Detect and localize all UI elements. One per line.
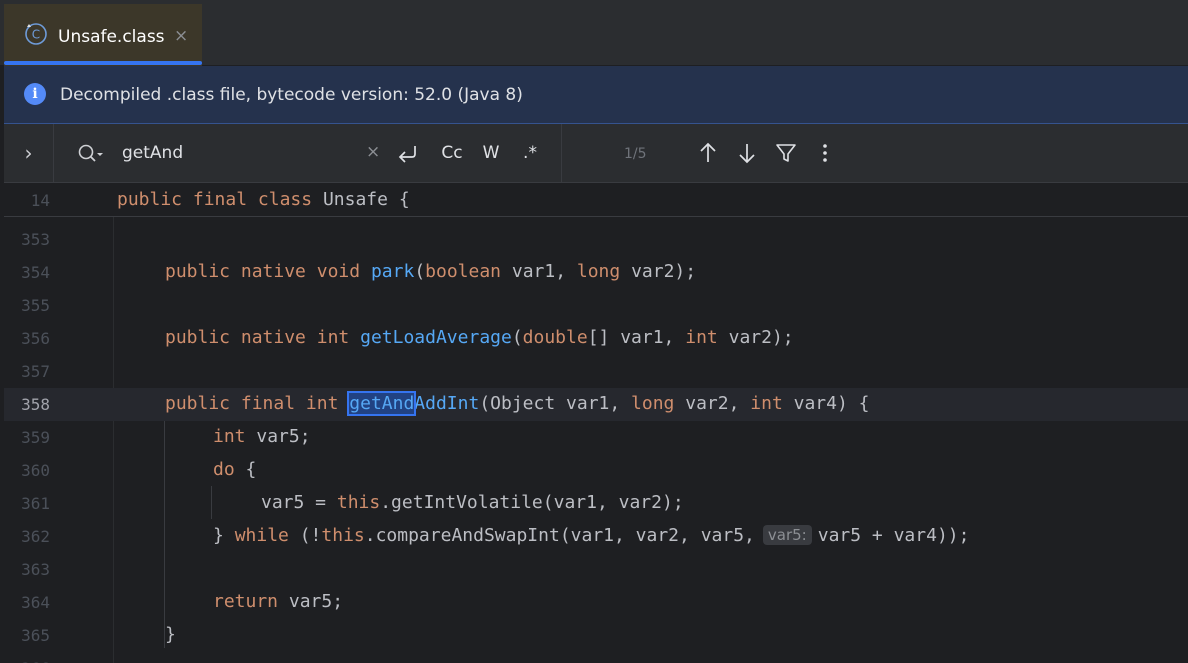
editor-tab-bar: C Unsafe.class × — [0, 0, 1188, 66]
code-line[interactable]: 362 } while (!this.compareAndSwapInt(var… — [4, 520, 1188, 553]
code-text: return var5; — [213, 591, 344, 612]
line-number: 357 — [21, 362, 50, 381]
next-occurrence-icon[interactable] — [734, 140, 760, 166]
more-options-icon[interactable] — [812, 140, 838, 166]
code-line-current[interactable]: 358 public final int getAndAddInt(Object… — [4, 388, 1188, 421]
code-text: } — [165, 624, 176, 645]
search-bar-divider — [561, 124, 562, 182]
code-text: var5 = this.getIntVolatile(var1, var2); — [261, 492, 684, 513]
regex-button[interactable]: .* — [518, 138, 542, 168]
line-number: 361 — [21, 494, 50, 513]
line-number: 362 — [21, 527, 50, 546]
line-number: 355 — [21, 296, 50, 315]
code-line[interactable]: 365 } — [4, 619, 1188, 652]
line-number: 354 — [21, 263, 50, 282]
code-text: public final int getAndAddInt(Object var… — [165, 391, 870, 416]
code-line[interactable]: 359 int var5; — [4, 421, 1188, 454]
line-number: 359 — [21, 428, 50, 447]
line-number: 366 — [4, 659, 50, 663]
line-number: 360 — [21, 461, 50, 480]
search-match-highlight: getAnd — [347, 391, 417, 416]
class-file-icon: C — [25, 23, 47, 45]
code-line[interactable]: 364 return var5; — [4, 586, 1188, 619]
parameter-hint: var5: — [762, 525, 812, 545]
sticky-header-line[interactable]: 14 public final class Unsafe { — [4, 183, 1188, 217]
code-line[interactable]: 366 — [4, 652, 1188, 663]
line-number: 353 — [21, 230, 50, 249]
code-line[interactable]: 356 public native int getLoadAverage(dou… — [4, 322, 1188, 355]
line-number: 14 — [30, 191, 50, 210]
tab-label: Unsafe.class — [58, 27, 165, 47]
line-number: 358 — [21, 395, 50, 414]
filter-icon[interactable] — [773, 140, 799, 166]
whole-words-button[interactable]: W — [479, 138, 503, 168]
active-tab-indicator — [4, 61, 202, 65]
search-history-icon[interactable] — [76, 142, 104, 166]
code-text: public native int getLoadAverage(double[… — [165, 327, 794, 348]
match-count: 1/5 — [624, 146, 647, 162]
find-bar: › × Cc W .* 1/5 — [4, 124, 1188, 183]
new-line-icon[interactable] — [395, 140, 421, 166]
code-line[interactable]: 353 — [4, 223, 1188, 256]
previous-occurrence-icon[interactable] — [695, 140, 721, 166]
banner-text: Decompiled .class file, bytecode version… — [60, 85, 523, 105]
code-text: do { — [213, 459, 257, 480]
svg-text:C: C — [32, 28, 40, 42]
code-editor[interactable]: 14 public final class Unsafe { 353 354 p… — [4, 183, 1188, 663]
line-number: 363 — [21, 560, 50, 579]
code-text: public final class Unsafe { — [117, 189, 410, 210]
code-text: int var5; — [213, 426, 311, 447]
code-line[interactable]: 354 public native void park(boolean var1… — [4, 256, 1188, 289]
code-text: } while (!this.compareAndSwapInt(var1, v… — [213, 525, 970, 546]
code-line[interactable]: 360 do { — [4, 454, 1188, 487]
close-icon[interactable]: × — [174, 26, 188, 46]
decompiled-info-banner: i Decompiled .class file, bytecode versi… — [4, 66, 1188, 124]
search-input[interactable] — [122, 140, 362, 166]
clear-search-icon[interactable]: × — [366, 142, 380, 162]
code-text: public native void park(boolean var1, lo… — [165, 261, 697, 282]
expand-chevron-icon[interactable]: › — [4, 124, 54, 182]
code-line[interactable]: 363 — [4, 553, 1188, 586]
code-line[interactable]: 357 — [4, 355, 1188, 388]
line-number: 356 — [21, 329, 50, 348]
info-icon: i — [24, 83, 46, 105]
code-line[interactable]: 355 — [4, 289, 1188, 322]
line-number: 365 — [21, 626, 50, 645]
match-case-button[interactable]: Cc — [438, 138, 466, 168]
line-number: 364 — [21, 593, 50, 612]
tab-unsafe-class[interactable]: C Unsafe.class × — [4, 4, 202, 66]
code-line[interactable]: 361 var5 = this.getIntVolatile(var1, var… — [4, 487, 1188, 520]
